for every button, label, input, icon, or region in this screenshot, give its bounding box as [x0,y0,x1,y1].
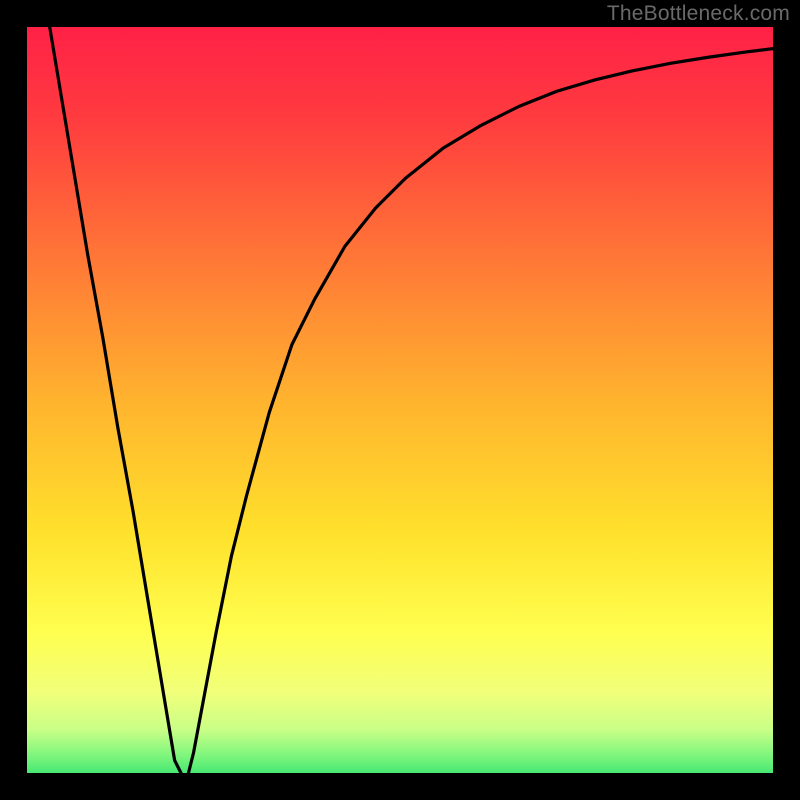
gradient-background [27,27,784,783]
chart-container: TheBottleneck.com [0,0,800,800]
watermark-text: TheBottleneck.com [607,2,790,26]
chart-svg [0,0,800,800]
